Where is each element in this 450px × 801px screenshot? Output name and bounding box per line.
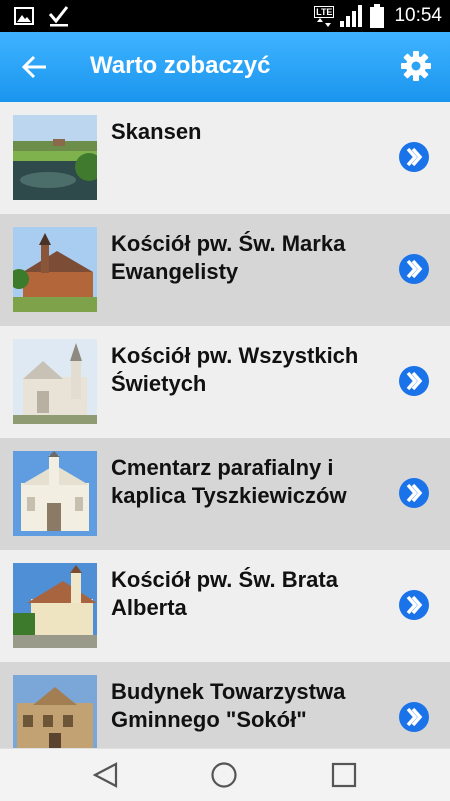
navigation-bar xyxy=(0,748,450,801)
place-name: Skansen xyxy=(111,119,202,144)
image-notification-icon xyxy=(14,7,34,25)
page-title: Warto zobaczyć xyxy=(90,52,271,79)
places-list: Skansen Kościół pw. Św. Marka Ewangelist… xyxy=(0,102,450,748)
place-thumbnail xyxy=(13,115,97,200)
chevron-right-icon[interactable] xyxy=(398,253,430,285)
place-thumbnail xyxy=(13,563,97,648)
list-item[interactable]: Skansen xyxy=(0,102,450,214)
place-name: Kościół pw. Św. Marka Ewangelisty xyxy=(111,231,346,284)
place-thumbnail xyxy=(13,675,97,748)
chevron-right-icon[interactable] xyxy=(398,477,430,509)
recents-square-icon[interactable] xyxy=(330,761,358,789)
gear-icon[interactable] xyxy=(400,50,432,82)
list-item[interactable]: Cmentarz parafialny i kaplica Tyszkiewic… xyxy=(0,438,450,550)
battery-icon xyxy=(370,4,385,28)
chevron-right-icon[interactable] xyxy=(398,141,430,173)
lte-icon: LTE xyxy=(314,5,335,27)
home-circle-icon[interactable] xyxy=(210,761,238,789)
app-bar: Warto zobaczyć xyxy=(0,32,450,102)
place-thumbnail xyxy=(13,227,97,312)
status-bar: LTE 10:54 xyxy=(0,0,450,32)
place-name: Kościół pw. Św. Brata Alberta xyxy=(111,567,338,620)
place-name: Kościół pw. Wszystkich Świetych xyxy=(111,343,359,396)
arrow-left-icon[interactable] xyxy=(20,52,52,82)
list-item[interactable]: Kościół pw. Wszystkich Świetych xyxy=(0,326,450,438)
network-label: LTE xyxy=(314,5,335,18)
list-item[interactable]: Kościół pw. Św. Marka Ewangelisty xyxy=(0,214,450,326)
place-name: Budynek Towarzystwa Gminnego "Sokół" xyxy=(111,679,346,732)
place-name: Cmentarz parafialny i kaplica Tyszkiewic… xyxy=(111,455,347,508)
signal-icon xyxy=(340,5,363,27)
back-triangle-icon[interactable] xyxy=(92,761,120,789)
list-item[interactable]: Kościół pw. Św. Brata Alberta xyxy=(0,550,450,662)
chevron-right-icon[interactable] xyxy=(398,589,430,621)
clock: 10:54 xyxy=(394,5,442,26)
chevron-right-icon[interactable] xyxy=(398,701,430,733)
chevron-right-icon[interactable] xyxy=(398,365,430,397)
place-thumbnail xyxy=(13,339,97,424)
place-thumbnail xyxy=(13,451,97,536)
check-notification-icon xyxy=(48,6,69,27)
list-item[interactable]: Budynek Towarzystwa Gminnego "Sokół" xyxy=(0,662,450,748)
